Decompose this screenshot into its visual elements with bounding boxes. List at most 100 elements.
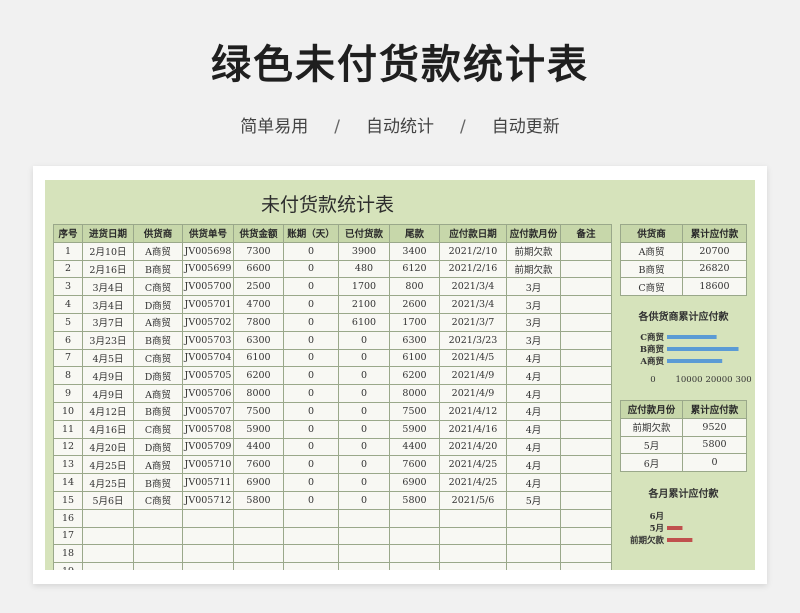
- table-cell[interactable]: 5: [53, 312, 83, 332]
- table-cell[interactable]: 4月: [506, 437, 561, 457]
- table-cell[interactable]: [82, 508, 134, 528]
- table-cell[interactable]: 3400: [389, 241, 440, 261]
- table-cell[interactable]: 15: [53, 490, 83, 510]
- table-cell[interactable]: 3月: [506, 295, 561, 314]
- table-cell[interactable]: [182, 544, 234, 564]
- table-cell[interactable]: JV005704: [182, 348, 234, 368]
- table-cell[interactable]: 7800: [233, 312, 284, 332]
- table-cell[interactable]: 6100: [338, 312, 390, 332]
- table-cell[interactable]: C商贸: [133, 419, 183, 439]
- table-cell[interactable]: 12: [53, 437, 83, 457]
- table-cell[interactable]: 16: [53, 508, 83, 528]
- table-cell[interactable]: [439, 508, 507, 528]
- table-cell[interactable]: 2月16日: [82, 259, 134, 279]
- table-cell[interactable]: 3月: [506, 330, 561, 350]
- table-cell[interactable]: [560, 312, 612, 332]
- table-cell[interactable]: 7500: [233, 401, 284, 421]
- table-cell[interactable]: 2021/3/23: [439, 330, 507, 350]
- table-cell[interactable]: [389, 526, 440, 546]
- table-cell[interactable]: [506, 562, 561, 570]
- table-cell[interactable]: JV005707: [182, 401, 234, 421]
- table-cell[interactable]: 2600: [389, 295, 440, 314]
- table-cell[interactable]: 0: [283, 473, 339, 492]
- table-cell[interactable]: 0: [338, 348, 390, 368]
- table-cell[interactable]: 前期欠款: [506, 241, 561, 261]
- table-cell[interactable]: 7600: [389, 455, 440, 475]
- table-cell[interactable]: [389, 544, 440, 564]
- table-cell[interactable]: [182, 508, 234, 528]
- table-cell[interactable]: 7500: [389, 401, 440, 421]
- table-cell[interactable]: D商贸: [133, 295, 183, 314]
- table-cell[interactable]: A商贸: [133, 384, 183, 403]
- table-cell[interactable]: [82, 544, 134, 564]
- table-cell[interactable]: 2021/2/16: [439, 259, 507, 279]
- table-cell[interactable]: B商贸: [133, 473, 183, 492]
- table-cell[interactable]: [560, 419, 612, 439]
- table-cell[interactable]: [338, 562, 390, 570]
- table-cell[interactable]: 0: [338, 419, 390, 439]
- table-cell[interactable]: JV005706: [182, 384, 234, 403]
- table-cell[interactable]: 0: [338, 473, 390, 492]
- table-cell[interactable]: B商贸: [620, 259, 683, 279]
- table-cell[interactable]: 4: [53, 295, 83, 314]
- table-cell[interactable]: [560, 490, 612, 510]
- table-cell[interactable]: [283, 544, 339, 564]
- table-cell[interactable]: 1: [53, 241, 83, 261]
- table-cell[interactable]: [133, 544, 183, 564]
- table-cell[interactable]: 2021/4/9: [439, 366, 507, 386]
- table-cell[interactable]: 5月6日: [82, 490, 134, 510]
- table-cell[interactable]: 前期欠款: [506, 259, 561, 279]
- table-cell[interactable]: [283, 562, 339, 570]
- table-cell[interactable]: [233, 508, 284, 528]
- table-cell[interactable]: [389, 562, 440, 570]
- table-cell[interactable]: 0: [682, 453, 747, 473]
- table-cell[interactable]: 0: [283, 419, 339, 439]
- table-cell[interactable]: 4月: [506, 348, 561, 368]
- table-cell[interactable]: 4月: [506, 419, 561, 439]
- table-cell[interactable]: 0: [283, 455, 339, 475]
- table-cell[interactable]: 0: [283, 295, 339, 314]
- table-cell[interactable]: JV005705: [182, 366, 234, 386]
- table-cell[interactable]: 480: [338, 259, 390, 279]
- table-cell[interactable]: JV005711: [182, 473, 234, 492]
- table-cell[interactable]: [560, 241, 612, 261]
- table-cell[interactable]: 7600: [233, 455, 284, 475]
- table-cell[interactable]: [283, 526, 339, 546]
- table-cell[interactable]: 1700: [338, 277, 390, 297]
- table-cell[interactable]: 0: [338, 366, 390, 386]
- table-cell[interactable]: A商贸: [133, 312, 183, 332]
- table-cell[interactable]: [389, 508, 440, 528]
- table-cell[interactable]: 4月: [506, 473, 561, 492]
- table-cell[interactable]: 1700: [389, 312, 440, 332]
- table-cell[interactable]: 2021/3/7: [439, 312, 507, 332]
- table-cell[interactable]: 4月25日: [82, 473, 134, 492]
- table-cell[interactable]: 0: [283, 437, 339, 457]
- table-cell[interactable]: 19: [53, 562, 83, 570]
- table-cell[interactable]: 10: [53, 401, 83, 421]
- table-cell[interactable]: D商贸: [133, 366, 183, 386]
- table-cell[interactable]: 4400: [389, 437, 440, 457]
- table-cell[interactable]: JV005703: [182, 330, 234, 350]
- table-cell[interactable]: [439, 562, 507, 570]
- table-cell[interactable]: [283, 508, 339, 528]
- table-cell[interactable]: 800: [389, 277, 440, 297]
- table-cell[interactable]: 6900: [389, 473, 440, 492]
- table-cell[interactable]: 0: [338, 384, 390, 403]
- table-cell[interactable]: 8000: [389, 384, 440, 403]
- table-cell[interactable]: 0: [283, 401, 339, 421]
- table-cell[interactable]: 5800: [233, 490, 284, 510]
- table-cell[interactable]: 7: [53, 348, 83, 368]
- table-cell[interactable]: 4月: [506, 366, 561, 386]
- table-cell[interactable]: [133, 562, 183, 570]
- table-cell[interactable]: 0: [283, 259, 339, 279]
- table-cell[interactable]: [560, 526, 612, 546]
- table-cell[interactable]: 5900: [389, 419, 440, 439]
- table-cell[interactable]: 6120: [389, 259, 440, 279]
- table-cell[interactable]: 2021/4/20: [439, 437, 507, 457]
- table-cell[interactable]: 4月: [506, 401, 561, 421]
- table-cell[interactable]: 6100: [233, 348, 284, 368]
- table-cell[interactable]: [506, 544, 561, 564]
- table-cell[interactable]: 前期欠款: [620, 417, 683, 437]
- table-cell[interactable]: 6900: [233, 473, 284, 492]
- table-cell[interactable]: 2021/4/25: [439, 455, 507, 475]
